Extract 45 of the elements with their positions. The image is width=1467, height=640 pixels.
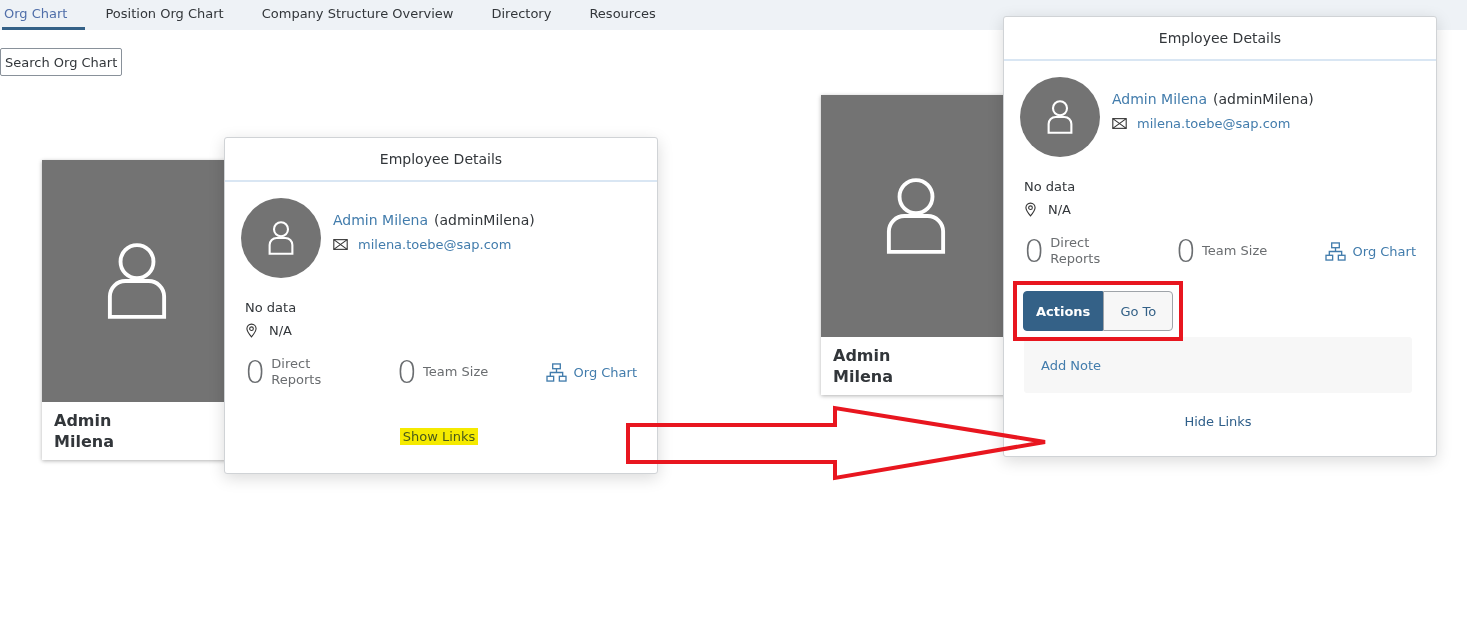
employee-name: Admin Milena xyxy=(54,410,115,452)
person-icon xyxy=(106,241,168,321)
segment-button[interactable]: Go To xyxy=(1103,291,1174,331)
tab[interactable]: Company Structure Overview xyxy=(259,0,472,30)
stat-label: Team Size xyxy=(1202,243,1268,259)
location-pin-icon xyxy=(1025,202,1036,217)
search-button[interactable]: Search Org Chart xyxy=(0,48,123,76)
stat-value: 0 xyxy=(1024,235,1045,267)
tab[interactable]: Resources xyxy=(587,0,674,30)
email-link[interactable]: milena.toebe@sap.com xyxy=(358,237,512,252)
employee-name-link[interactable]: Admin Milena xyxy=(1112,91,1207,107)
stat-value: 0 xyxy=(1175,235,1197,267)
envelope-icon xyxy=(333,239,348,250)
status-text: No data xyxy=(245,300,298,315)
tab[interactable]: Directory xyxy=(489,0,570,30)
location-text: N/A xyxy=(269,323,292,338)
employee-name-link[interactable]: Admin Milena xyxy=(333,212,428,228)
stat-value: 0 xyxy=(245,356,266,388)
toggle-links-link[interactable]: Show Links xyxy=(399,428,479,445)
location-pin-icon xyxy=(246,323,257,338)
person-icon xyxy=(1046,99,1074,135)
hierarchy-icon xyxy=(1324,241,1346,261)
popover-title: Employee Details xyxy=(379,151,503,167)
person-icon xyxy=(267,220,295,256)
tab[interactable]: Position Org Chart xyxy=(103,0,242,30)
toggle-links-link[interactable]: Hide Links xyxy=(1181,413,1255,430)
location-text: N/A xyxy=(1048,202,1071,217)
org-chart-link[interactable]: Org Chart xyxy=(1324,241,1416,261)
employee-name: Admin Milena xyxy=(833,345,894,387)
hierarchy-icon xyxy=(545,362,567,382)
user-id: (adminMilena) xyxy=(1213,91,1314,107)
user-id: (adminMilena) xyxy=(434,212,535,228)
person-icon xyxy=(885,176,947,256)
email-link[interactable]: milena.toebe@sap.com xyxy=(1137,116,1291,131)
tab[interactable]: Org Chart xyxy=(2,0,86,30)
status-text: No data xyxy=(1024,179,1077,194)
envelope-icon xyxy=(1112,118,1127,129)
add-note-link[interactable]: Add Note xyxy=(1041,357,1102,373)
segment-button[interactable]: Actions xyxy=(1023,291,1104,331)
stat-label: Team Size xyxy=(423,364,489,380)
popover-title: Employee Details xyxy=(1158,30,1282,46)
stat-value: 0 xyxy=(396,356,418,388)
stat-label: Direct Reports xyxy=(271,356,323,388)
stat-label: Direct Reports xyxy=(1050,235,1102,267)
org-chart-link[interactable]: Org Chart xyxy=(545,362,637,382)
